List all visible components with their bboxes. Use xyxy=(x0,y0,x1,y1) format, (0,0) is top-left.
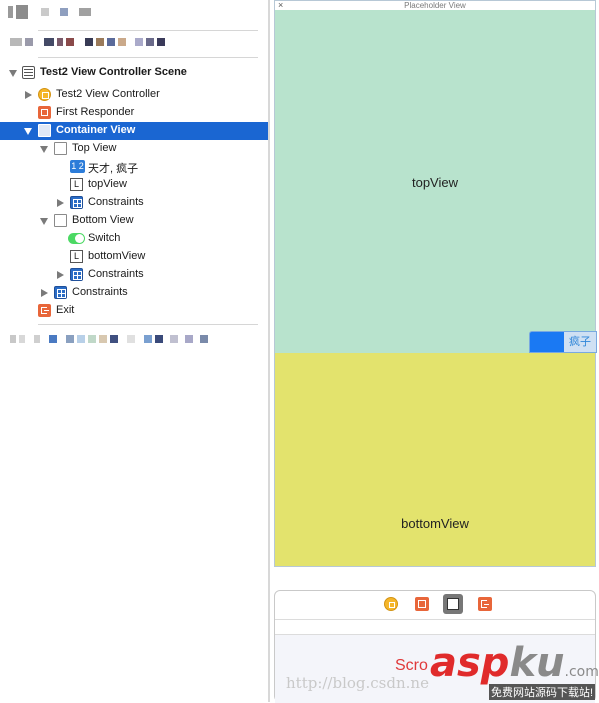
exit-icon xyxy=(38,304,51,317)
outline-item-label: Test2 View Controller xyxy=(56,88,160,100)
label-icon: L xyxy=(70,178,83,191)
outline-item-top-label[interactable]: L topView xyxy=(0,176,268,194)
scene-row[interactable]: Test2 View Controller Scene xyxy=(0,64,268,82)
outline-item-label: Exit xyxy=(56,304,75,316)
disclosure-open-icon[interactable] xyxy=(24,128,32,135)
dock-navigation-bar xyxy=(275,619,595,635)
label-icon: L xyxy=(70,250,83,263)
outline-item-label: Constraints xyxy=(88,196,144,208)
watermark-url: http://blog.csdn.ne xyxy=(286,674,429,692)
placeholder-view[interactable]: × Placeholder View topView bottomView 疯子 xyxy=(274,0,597,567)
dock-toolbar xyxy=(275,591,595,620)
document-outline: Test2 View Controller Scene Test2 View C… xyxy=(0,0,268,702)
blurred-header xyxy=(8,5,91,19)
view-controller-icon xyxy=(38,88,51,101)
outline-item-bottom-label[interactable]: L bottomView xyxy=(0,248,268,266)
outline-item-label: First Responder xyxy=(56,106,135,118)
view-icon xyxy=(38,124,51,137)
outline-item-first-responder[interactable]: First Responder xyxy=(0,104,268,122)
outline-item-switch[interactable]: Switch xyxy=(0,230,268,248)
watermark-brand-ku: ku xyxy=(509,640,565,686)
top-view[interactable]: topView xyxy=(275,10,595,353)
outline-item-label: bottomView xyxy=(88,250,146,262)
separator xyxy=(38,30,258,31)
outline-item-exit[interactable]: Exit xyxy=(0,302,268,320)
watermark-tagline: 免费网站源码下载站! xyxy=(489,684,596,700)
outline-item-label: Container View xyxy=(56,124,136,136)
disclosure-closed-icon[interactable] xyxy=(41,289,48,297)
segmented-control[interactable]: 疯子 xyxy=(529,331,597,353)
switch-icon xyxy=(68,233,85,244)
separator xyxy=(38,57,258,58)
first-responder-icon[interactable] xyxy=(415,597,429,611)
outline-item-label: Constraints xyxy=(88,268,144,280)
outline-item-constraints[interactable]: Constraints xyxy=(0,284,268,302)
disclosure-closed-icon[interactable] xyxy=(57,199,64,207)
watermark-logo: aspku.com xyxy=(430,640,599,686)
constraints-icon xyxy=(70,268,83,281)
interface-builder-canvas: × Placeholder View topView bottomView 疯子 xyxy=(270,0,599,703)
outline-item-label: Constraints xyxy=(72,286,128,298)
exit-icon[interactable] xyxy=(478,597,492,611)
outline-item-container-view[interactable]: Container View xyxy=(0,122,268,140)
outline-item-label: 天才, 疯子 xyxy=(88,163,139,175)
disclosure-closed-icon[interactable] xyxy=(57,271,64,279)
view-icon xyxy=(54,214,67,227)
scene-title: Test2 View Controller Scene xyxy=(40,66,187,78)
top-view-label[interactable]: topView xyxy=(275,175,595,190)
outline-item-label: Bottom View xyxy=(72,214,134,226)
outline-item-top-view[interactable]: Top View xyxy=(0,140,268,158)
outline-item-bottom-view[interactable]: Bottom View xyxy=(0,212,268,230)
scene-icon xyxy=(22,66,35,79)
scroll-preview-text: Scro xyxy=(395,657,428,674)
view-icon xyxy=(54,142,67,155)
outline-item-label: topView xyxy=(88,178,127,190)
outline-item-constraints[interactable]: Constraints xyxy=(0,266,268,284)
first-responder-icon xyxy=(38,106,51,119)
disclosure-closed-icon[interactable] xyxy=(25,91,32,99)
blurred-path xyxy=(10,38,165,46)
view-controller-icon[interactable] xyxy=(384,597,398,611)
watermark-brand-asp: asp xyxy=(430,640,510,686)
placeholder-view-title: Placeholder View xyxy=(404,1,466,10)
bottom-view-label[interactable]: bottomView xyxy=(275,516,595,531)
outline-item-label: Switch xyxy=(88,232,121,244)
bottom-view[interactable]: bottomView xyxy=(275,353,595,566)
disclosure-open-icon[interactable] xyxy=(9,70,17,77)
watermark-brand-com: .com xyxy=(564,664,599,680)
blurred-footer xyxy=(10,335,208,343)
outline-item-constraints[interactable]: Constraints xyxy=(0,194,268,212)
view-icon[interactable] xyxy=(443,594,463,614)
disclosure-open-icon[interactable] xyxy=(40,146,48,153)
outline-item-segmented-control[interactable]: 1 2 天才, 疯子 xyxy=(0,158,268,176)
disclosure-open-icon[interactable] xyxy=(40,218,48,225)
separator xyxy=(38,324,258,325)
outline-item-label: Top View xyxy=(72,142,117,154)
segmented-control-icon: 1 2 xyxy=(70,160,85,173)
constraints-icon xyxy=(54,286,67,299)
segment-label[interactable]: 疯子 xyxy=(564,332,596,352)
constraints-icon xyxy=(70,196,83,209)
outline-item-view-controller[interactable]: Test2 View Controller xyxy=(0,86,268,104)
